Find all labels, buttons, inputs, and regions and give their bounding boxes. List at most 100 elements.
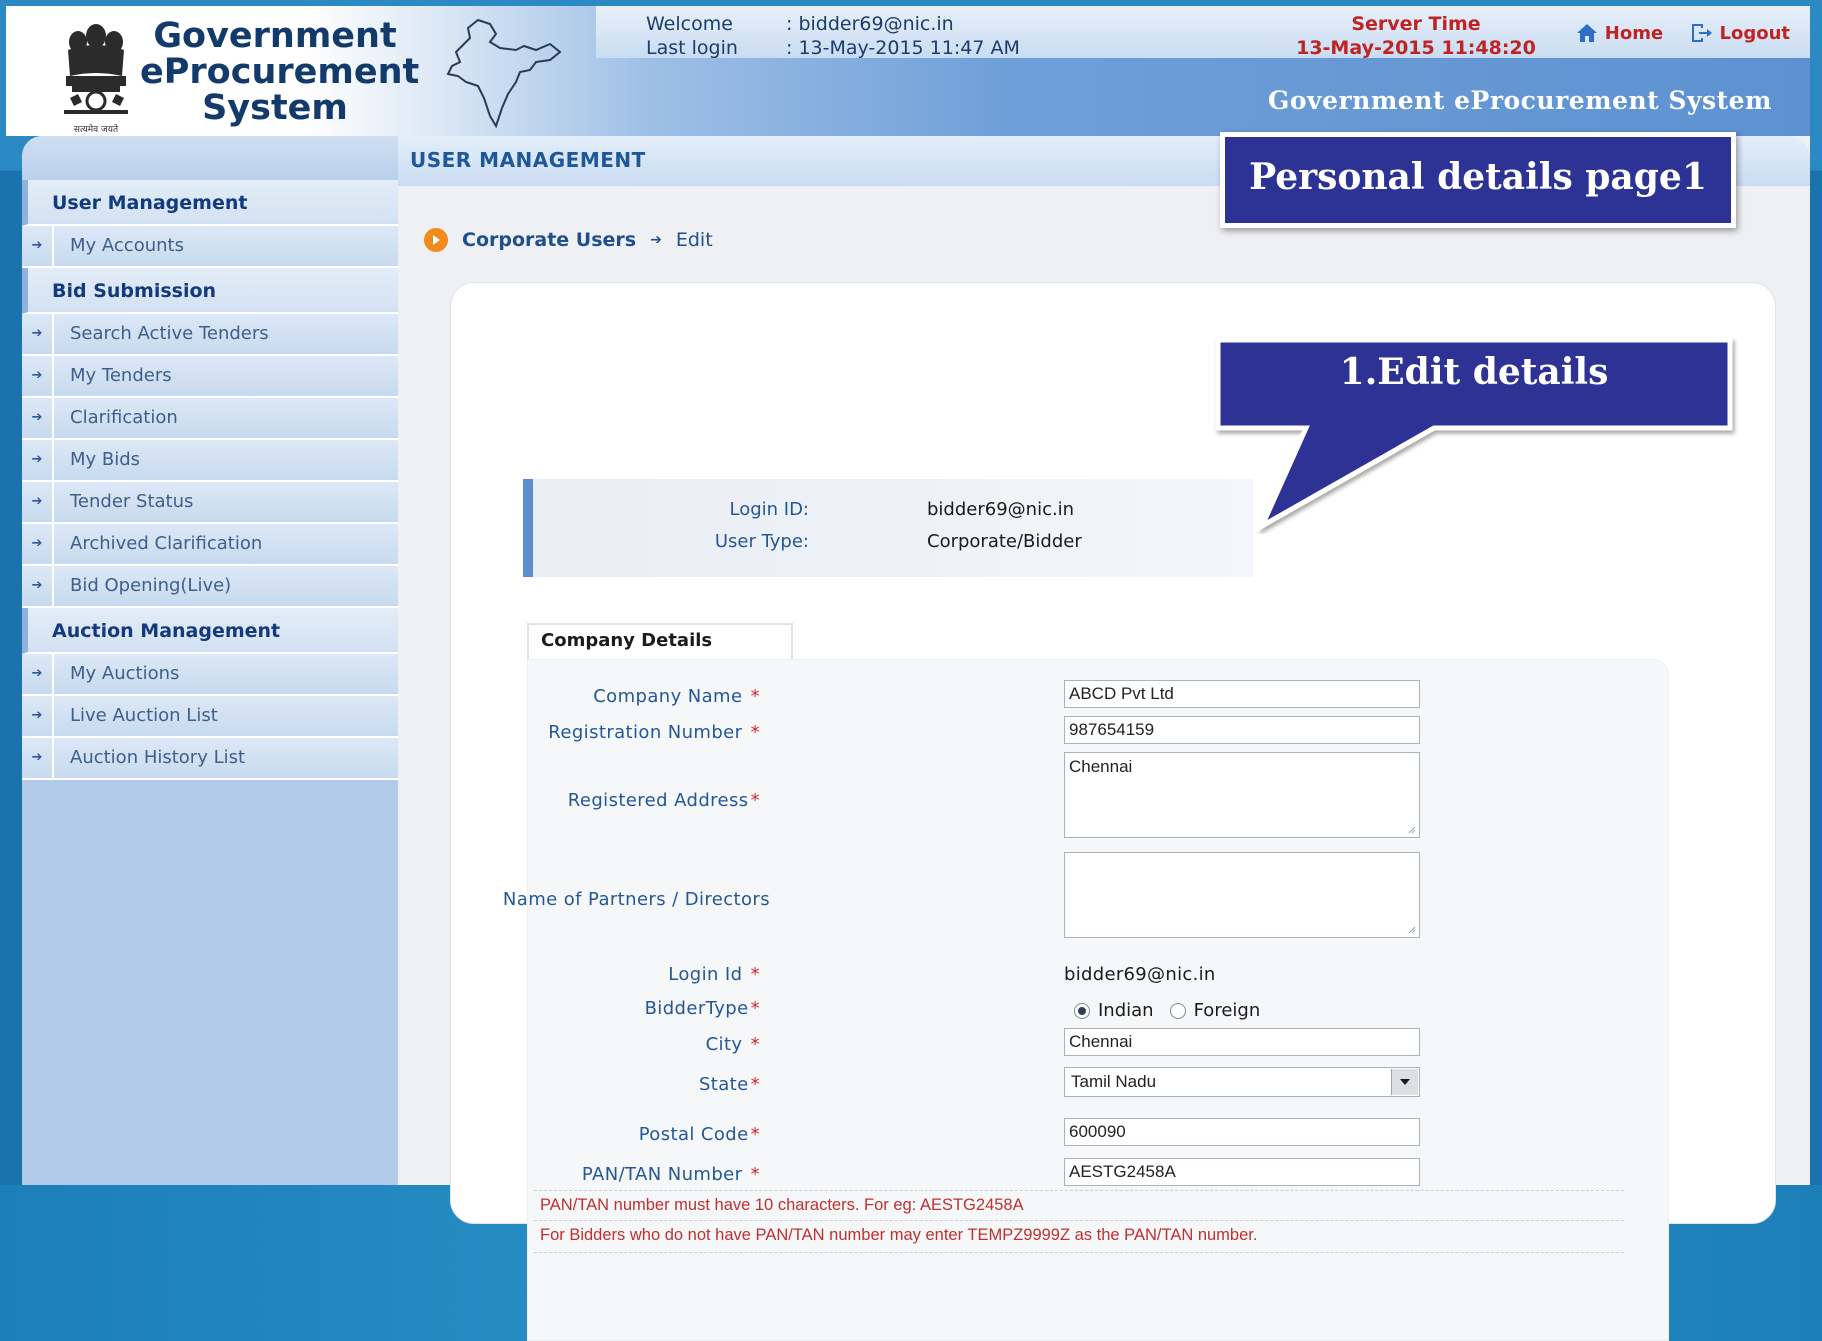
sidebar-item-my-tenders[interactable]: ➔ My Tenders (22, 356, 398, 398)
company-name-input[interactable] (1064, 680, 1420, 708)
login-info-box: Login ID: bidder69@nic.in User Type: Cor… (523, 479, 1253, 577)
bidder-type-foreign-radio[interactable] (1169, 1002, 1186, 1019)
sidebar-item-search-active-tenders[interactable]: ➔ Search Active Tenders (22, 314, 398, 356)
arrow-right-icon: ➔ (22, 524, 54, 564)
sidebar-item-label: My Accounts (70, 235, 184, 256)
required-marker: * (744, 722, 760, 743)
registered-address-label-text: Registered Address (567, 790, 749, 811)
login-id-label: Login ID: (729, 499, 809, 520)
bidder-type-indian-radio[interactable] (1074, 1002, 1090, 1019)
top-links: Home Logout (1555, 22, 1790, 49)
registration-number-label-text: Registration Number (548, 722, 743, 743)
registration-number-input[interactable] (1064, 716, 1420, 744)
callout-edit-details: 1.Edit details (1215, 337, 1733, 532)
server-time: Server Time 13-May-2015 11:48:20 (1276, 12, 1556, 60)
sidebar-item-label: Clarification (70, 407, 178, 428)
server-time-label: Server Time (1351, 13, 1481, 35)
chevron-down-icon[interactable] (1391, 1069, 1418, 1095)
company-details-panel: Company Name * Registration Number * Reg… (503, 659, 1669, 1341)
form-login-id-value: bidder69@nic.in (1064, 964, 1216, 985)
arrow-right-icon: ➔ (22, 314, 54, 354)
arrow-right-icon: ➔ (22, 482, 54, 522)
user-type-label: User Type: (714, 531, 809, 552)
radio-selected-dot (1078, 1006, 1086, 1015)
sidebar-item-label: My Bids (70, 449, 141, 470)
site-logo-text: Government eProcurement System (140, 16, 420, 126)
sidebar-item-live-auction-list[interactable]: ➔ Live Auction List (22, 696, 398, 738)
sidebar-item-label: Auction History List (70, 747, 246, 768)
sidebar-top (22, 136, 398, 180)
logout-link[interactable]: Logout (1689, 22, 1790, 44)
sidebar-item-archived-clarification[interactable]: ➔ Archived Clarification (22, 524, 398, 566)
callout-personal-details: Personal details page1 (1220, 132, 1736, 228)
registered-address-textarea[interactable]: Chennai (1064, 752, 1420, 838)
partners-label: Name of Partners / Directors (502, 889, 770, 910)
resize-grip-icon[interactable] (1406, 924, 1416, 934)
logout-icon (1692, 24, 1713, 42)
page-title: USER MANAGEMENT (410, 148, 646, 172)
registration-number-label: Registration Number * (548, 722, 760, 743)
sidebar-item-tender-status[interactable]: ➔ Tender Status (22, 482, 398, 524)
state-selected-value: Tamil Nadu (1071, 1072, 1157, 1091)
required-marker: * (744, 964, 760, 985)
login-id-value: bidder69@nic.in (927, 499, 1075, 520)
breadcrumb-corporate-users-link[interactable]: Corporate Users (462, 229, 636, 251)
form-login-id-label: Login Id * (668, 964, 760, 985)
company-name-label-text: Company Name (593, 686, 743, 707)
arrow-right-icon: ➔ (22, 226, 54, 266)
pan-label-text: PAN/TAN Number (581, 1164, 743, 1185)
logo-line: Government (153, 16, 397, 56)
city-label: City * (706, 1034, 760, 1055)
bidder-type-indian-label: Indian (1098, 1000, 1154, 1021)
logo-line: eProcurement (140, 52, 420, 92)
bidder-type-label: BidderType * (645, 998, 760, 1019)
divider (534, 1220, 1624, 1221)
sidebar-item-label: Live Auction List (70, 705, 218, 726)
home-link-label: Home (1604, 22, 1664, 44)
sidebar: User Management ➔ My Accounts Bid Submiss… (22, 136, 398, 1185)
divider (534, 1252, 1624, 1253)
sidebar-item-label: Bid Opening(Live) (70, 575, 232, 596)
welcome-block: Welcome: bidder69@nic.in Last login: 13-… (646, 12, 1020, 60)
sidebar-item-clarification[interactable]: ➔ Clarification (22, 398, 398, 440)
postal-code-label: Postal Code * (639, 1124, 760, 1145)
sidebar-item-auction-history-list[interactable]: ➔ Auction History List (22, 738, 398, 780)
pan-input[interactable] (1064, 1158, 1420, 1186)
user-type-value: Corporate/Bidder (927, 531, 1082, 552)
breadcrumb-separator-icon: ➔ (650, 232, 662, 248)
partners-textarea[interactable] (1064, 852, 1420, 938)
arrow-right-icon: ➔ (22, 440, 54, 480)
breadcrumb-current: Edit (675, 229, 713, 251)
india-map-icon (446, 18, 562, 129)
postal-code-input[interactable] (1064, 1118, 1420, 1146)
national-emblem-icon: सत्यमेव जयते (64, 24, 128, 135)
state-label-text: State (698, 1074, 749, 1095)
required-marker: * (744, 1164, 760, 1185)
required-marker: * (750, 790, 760, 811)
logout-link-label: Logout (1719, 22, 1790, 44)
sidebar-section-user-management: User Management (22, 180, 398, 226)
resize-grip-icon[interactable] (1406, 824, 1416, 834)
sidebar-item-my-auctions[interactable]: ➔ My Auctions (22, 654, 398, 696)
required-marker: * (750, 1074, 760, 1095)
bidder-type-label-text: BidderType (644, 998, 749, 1019)
tab-company-details[interactable]: Company Details (527, 623, 793, 659)
sidebar-item-bid-opening-live[interactable]: ➔ Bid Opening(Live) (22, 566, 398, 608)
sidebar-item-label: Archived Clarification (70, 533, 263, 554)
arrow-right-icon: ➔ (22, 654, 54, 694)
required-marker: * (744, 686, 760, 707)
required-marker: * (744, 1034, 760, 1055)
postal-code-label-text: Postal Code (638, 1124, 749, 1145)
sidebar-item-my-bids[interactable]: ➔ My Bids (22, 440, 398, 482)
city-input[interactable] (1064, 1028, 1420, 1056)
bidder-type-foreign-label: Foreign (1193, 1000, 1261, 1021)
sidebar-item-my-accounts[interactable]: ➔ My Accounts (22, 226, 398, 268)
required-marker: * (750, 1124, 760, 1145)
pan-note-length: PAN/TAN number must have 10 characters. … (540, 1196, 1024, 1214)
arrow-right-icon: ➔ (22, 398, 54, 438)
state-select[interactable]: Tamil Nadu (1064, 1067, 1420, 1097)
main-content: USER MANAGEMENT Corporate Users ➔ Edit L… (398, 136, 1810, 1341)
last-login-value: : 13-May-2015 11:47 AM (786, 37, 1020, 59)
home-link[interactable]: Home (1575, 22, 1663, 44)
city-label-text: City (705, 1034, 743, 1055)
